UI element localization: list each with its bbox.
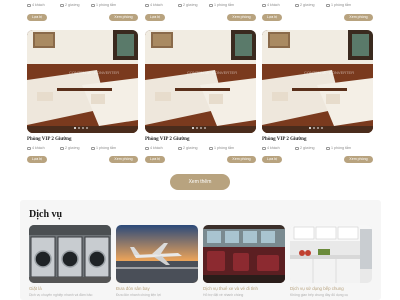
laundry-photo[interactable]: [29, 225, 111, 283]
room-meta: 4 khách 2 giường 1 phòng tắm: [145, 2, 256, 10]
beds-info: 2 giường: [178, 146, 198, 150]
service-caption[interactable]: Giặt là: [29, 286, 42, 291]
select-button[interactable]: Lựa bị: [27, 156, 47, 163]
bath-icon: [209, 146, 213, 150]
room-photo[interactable]: CONTENTA · CONVERTER: [145, 30, 256, 133]
bed-icon: [60, 146, 64, 150]
kitchen-photo[interactable]: [290, 225, 372, 283]
bed-icon: [295, 146, 299, 150]
room-photo[interactable]: CONTENTA · CONVERTER: [262, 30, 373, 133]
rooms-section: 4 khách 2 giường 1 phòng tắm Lựa bị Xem …: [0, 0, 400, 200]
view-room-button[interactable]: Xem phòng: [109, 156, 138, 163]
beds-info: 2 giường: [178, 3, 198, 7]
view-room-button[interactable]: Xem phòng: [227, 156, 256, 163]
watermark-text: CONTENTA · CONVERTER: [304, 70, 354, 75]
room-buttons: Lựa bị Xem phòng: [145, 14, 256, 22]
guests-info: 4 khách: [27, 3, 45, 7]
guests-icon: [27, 146, 31, 150]
view-room-button[interactable]: Xem phòng: [344, 156, 373, 163]
guests-icon: [145, 146, 149, 150]
bath-info: 1 phòng tắm: [209, 3, 234, 7]
service-desc: Hỗ trợ đặt vé nhanh chóng: [203, 293, 244, 297]
watermark-text: CONTENTA · CONVERTER: [69, 70, 119, 75]
beds-info: 2 giường: [295, 3, 315, 7]
bath-icon: [326, 3, 330, 7]
guests-icon: [145, 3, 149, 7]
select-button[interactable]: Lựa bị: [145, 156, 165, 163]
room-meta: 4 khách 2 giường 1 phòng tắm: [27, 2, 138, 10]
select-button[interactable]: Lựa bị: [262, 156, 282, 163]
room-buttons: Lựa bị Xem phòng: [27, 14, 138, 22]
services-section: Dịch vụ Giặt là Dịch vụ chuyên nghiệp nh…: [20, 200, 381, 300]
services-heading: Dịch vụ: [29, 209, 63, 220]
load-more-button[interactable]: Xem thêm: [170, 174, 230, 190]
room-meta: 4 khách 2 giường 1 phòng tắm: [262, 2, 373, 10]
bus-photo[interactable]: [203, 225, 285, 283]
room-photo[interactable]: CONTENTA · CONVERTER: [27, 30, 138, 133]
select-button[interactable]: Lựa bị: [27, 14, 47, 21]
room-buttons: Lựa bị Xem phòng: [145, 156, 256, 164]
room-meta: 4 khách 2 giường 1 phòng tắm: [145, 145, 256, 153]
guests-icon: [262, 146, 266, 150]
bath-info: 1 phòng tắm: [209, 146, 234, 150]
bath-info: 1 phòng tắm: [91, 146, 116, 150]
service-caption[interactable]: Dịch vụ thuê xe và vé đi tỉnh: [203, 286, 258, 291]
bed-icon: [178, 146, 182, 150]
guests-icon: [262, 3, 266, 7]
room-buttons: Lựa bị Xem phòng: [262, 14, 373, 22]
service-desc: Đưa đón nhanh chóng tiện lợi: [116, 293, 161, 297]
beds-info: 2 giường: [60, 146, 80, 150]
bath-info: 1 phòng tắm: [326, 3, 351, 7]
airport-photo[interactable]: [116, 225, 198, 283]
guests-icon: [27, 3, 31, 7]
room-buttons: Lựa bị Xem phòng: [27, 156, 138, 164]
room-title[interactable]: Phòng VIP 2 Giường: [262, 137, 306, 142]
guests-info: 4 khách: [262, 3, 280, 7]
bath-info: 1 phòng tắm: [326, 146, 351, 150]
watermark-text: CONTENTA · CONVERTER: [187, 70, 237, 75]
service-desc: Dịch vụ chuyên nghiệp nhanh và đảm bảo: [29, 293, 93, 297]
beds-info: 2 giường: [60, 3, 80, 7]
guests-info: 4 khách: [27, 146, 45, 150]
view-room-button[interactable]: Xem phòng: [109, 14, 138, 21]
room-meta: 4 khách 2 giường 1 phòng tắm: [27, 145, 138, 153]
bath-icon: [326, 146, 330, 150]
bath-icon: [91, 3, 95, 7]
guests-info: 4 khách: [145, 3, 163, 7]
view-room-button[interactable]: Xem phòng: [344, 14, 373, 21]
room-title[interactable]: Phòng VIP 2 Giường: [145, 137, 189, 142]
select-button[interactable]: Lựa bị: [145, 14, 165, 21]
service-caption[interactable]: Đưa đón sân bay: [116, 286, 150, 291]
guests-info: 4 khách: [262, 146, 280, 150]
room-meta: 4 khách 2 giường 1 phòng tắm: [262, 145, 373, 153]
bed-icon: [295, 3, 299, 7]
room-buttons: Lựa bị Xem phòng: [262, 156, 373, 164]
bed-icon: [60, 3, 64, 7]
room-title[interactable]: Phòng VIP 2 Giường: [27, 137, 71, 142]
bath-info: 1 phòng tắm: [91, 3, 116, 7]
service-desc: Không gian bếp chung đầy đủ dụng cụ: [290, 293, 349, 297]
bath-icon: [209, 3, 213, 7]
select-button[interactable]: Lựa bị: [262, 14, 282, 21]
bed-icon: [178, 3, 182, 7]
bath-icon: [91, 146, 95, 150]
view-room-button[interactable]: Xem phòng: [227, 14, 256, 21]
service-caption[interactable]: Dịch vụ sử dụng bếp chung: [290, 286, 344, 291]
guests-info: 4 khách: [145, 146, 163, 150]
beds-info: 2 giường: [295, 146, 315, 150]
